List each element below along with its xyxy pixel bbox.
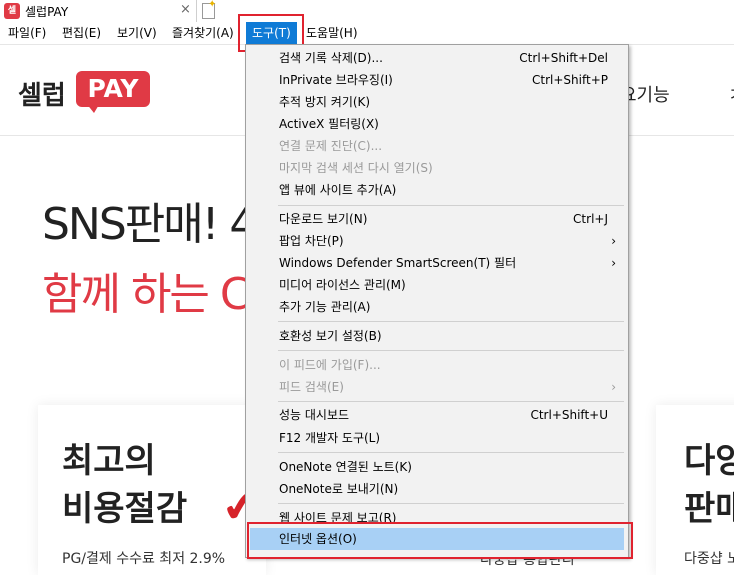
- internet-options-highlight-box: [247, 522, 633, 559]
- menu-item-view-downloads[interactable]: 다운로드 보기(N) Ctrl+J: [246, 208, 628, 230]
- menu-separator: [278, 321, 624, 322]
- menu-item-onenote-linked[interactable]: OneNote 연결된 노트(K): [246, 456, 628, 478]
- tab-close-icon[interactable]: ×: [180, 2, 191, 17]
- menu-view[interactable]: 보기(V): [117, 22, 157, 44]
- menu-item-smartscreen[interactable]: Windows Defender SmartScreen(T) 필터 ›: [246, 252, 628, 274]
- menu-separator: [278, 401, 624, 402]
- nav-item-edge[interactable]: ㅈ: [728, 81, 734, 107]
- submenu-arrow-icon: ›: [611, 234, 616, 248]
- menu-bar: 파일(F) 편집(E) 보기(V) 즐겨찾기(A) 도구(T) 도움말(H): [0, 22, 734, 45]
- browser-tab[interactable]: 셀 셀럽PAY ×: [0, 0, 197, 22]
- menu-item-media-licenses[interactable]: 미디어 라이선스 관리(M): [246, 274, 628, 296]
- tab-bar: 셀 셀럽PAY × ✦: [0, 0, 734, 22]
- submenu-arrow-icon: ›: [611, 256, 616, 270]
- logo-pay-badge[interactable]: PAY: [76, 71, 150, 107]
- menu-separator: [278, 205, 624, 206]
- menu-item-subscribe-feed: 이 피드에 가입(F)...: [279, 358, 381, 372]
- menu-favorites[interactable]: 즐겨찾기(A): [172, 22, 234, 44]
- tools-dropdown-menu: 검색 기록 삭제(D)... Ctrl+Shift+Del InPrivate 브…: [245, 44, 629, 558]
- hero-headline-2: 함께 하는 C: [42, 269, 251, 320]
- card-title-line2: 비용절감: [62, 489, 188, 529]
- menu-item-add-site-apps[interactable]: 앱 뷰에 사이트 추가(A): [246, 179, 628, 201]
- menu-edit[interactable]: 편집(E): [62, 22, 101, 44]
- card-title-line1: 다양: [684, 441, 734, 481]
- new-tab-icon[interactable]: ✦: [199, 0, 217, 20]
- menu-item-compat-view[interactable]: 호환성 보기 설정(B): [246, 325, 628, 347]
- menu-item-reopen-session: 마지막 검색 세션 다시 열기(S): [279, 161, 433, 175]
- tab-title: 셀럽PAY: [25, 5, 69, 19]
- menu-separator: [278, 452, 624, 453]
- menu-item-manage-addons[interactable]: 추가 기능 관리(A): [246, 296, 628, 318]
- menu-separator: [278, 503, 624, 504]
- feature-card-sales: 다양 판매 다중샵 노: [656, 405, 734, 575]
- menu-file[interactable]: 파일(F): [8, 22, 46, 44]
- menu-item-f12-devtools[interactable]: F12 개발자 도구(L): [246, 427, 628, 449]
- menu-item-diagnose-connection: 연결 문제 진단(C)...: [279, 139, 383, 153]
- menu-item-delete-history[interactable]: 검색 기록 삭제(D)... Ctrl+Shift+Del: [246, 47, 628, 69]
- menu-item-tracking-protection[interactable]: 추적 방지 켜기(K): [246, 91, 628, 113]
- card-description: 다중샵 노: [684, 551, 734, 567]
- menu-separator: [278, 350, 624, 351]
- hero-headline-1: SNS판매! 4: [42, 199, 257, 250]
- card-title-line2: 판매: [684, 489, 734, 529]
- menu-item-activex-filtering[interactable]: ActiveX 필터링(X): [246, 113, 628, 135]
- menu-item-feed-discovery: 피드 검색(E) ›: [246, 376, 628, 398]
- logo-badge-tail: [86, 103, 100, 113]
- card-description: PG/결제 수수료 최저 2.9%: [62, 551, 226, 567]
- menu-item-inprivate[interactable]: InPrivate 브라우징(I) Ctrl+Shift+P: [246, 69, 628, 91]
- menu-item-popup-blocker[interactable]: 팝업 차단(P) ›: [246, 230, 628, 252]
- menu-item-send-to-onenote[interactable]: OneNote로 보내기(N): [246, 478, 628, 500]
- logo-text[interactable]: 셀럽: [18, 75, 66, 112]
- menu-help[interactable]: 도움말(H): [306, 22, 358, 44]
- submenu-arrow-icon: ›: [611, 380, 616, 394]
- card-title-line1: 최고의: [62, 441, 156, 481]
- site-favicon-icon: 셀: [4, 3, 20, 19]
- menu-item-performance-dashboard[interactable]: 성능 대시보드 Ctrl+Shift+U: [246, 404, 628, 426]
